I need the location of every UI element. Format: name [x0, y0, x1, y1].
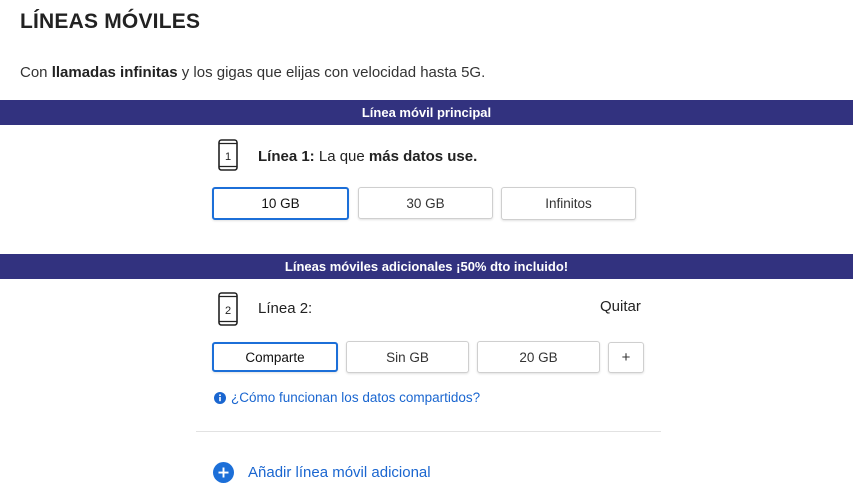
add-line-button[interactable]: Añadir línea móvil adicional [213, 462, 431, 483]
line-2-label: Línea 2: [258, 300, 313, 317]
more-options-button[interactable]: + [608, 342, 644, 373]
main-line-band: Línea móvil principal [0, 100, 853, 125]
subtitle-post: y los gigas que elijas con velocidad has… [177, 64, 486, 81]
divider [196, 431, 661, 432]
line-1-prefix: Línea 1: [258, 148, 315, 165]
add-line-label: Añadir línea móvil adicional [248, 464, 431, 481]
subtitle-bold: llamadas infinitas [51, 64, 178, 81]
page-title: LÍNEAS MÓVILES [20, 10, 201, 33]
option-infinitos[interactable]: Infinitos [501, 187, 636, 220]
phone-icon: 2 [218, 292, 238, 326]
option-20gb[interactable]: 20 GB [477, 341, 600, 373]
option-30gb[interactable]: 30 GB [358, 187, 493, 219]
phone-icon: 1 [218, 139, 238, 171]
plus-circle-icon [213, 462, 234, 483]
info-icon [214, 391, 226, 404]
line-1-text: La que [314, 148, 369, 165]
phone-number-2: 2 [225, 305, 231, 317]
line-1-label: Línea 1: La que más datos use. [258, 148, 477, 165]
page-subtitle: Con llamadas infinitas y los gigas que e… [20, 64, 485, 81]
shared-data-help-link[interactable]: ¿Cómo funcionan los datos compartidos? [214, 390, 480, 405]
help-link-label: ¿Cómo funcionan los datos compartidos? [231, 390, 481, 405]
option-10gb[interactable]: 10 GB [212, 187, 349, 220]
phone-number-1: 1 [225, 151, 231, 163]
option-comparte[interactable]: Comparte [212, 342, 338, 372]
line-1-bold: más datos use. [368, 148, 478, 165]
subtitle-pre: Con [20, 64, 52, 81]
additional-lines-band: Líneas móviles adicionales ¡50% dto incl… [0, 254, 853, 279]
remove-line-button[interactable]: Quitar [600, 298, 641, 315]
option-sin-gb[interactable]: Sin GB [346, 341, 469, 373]
